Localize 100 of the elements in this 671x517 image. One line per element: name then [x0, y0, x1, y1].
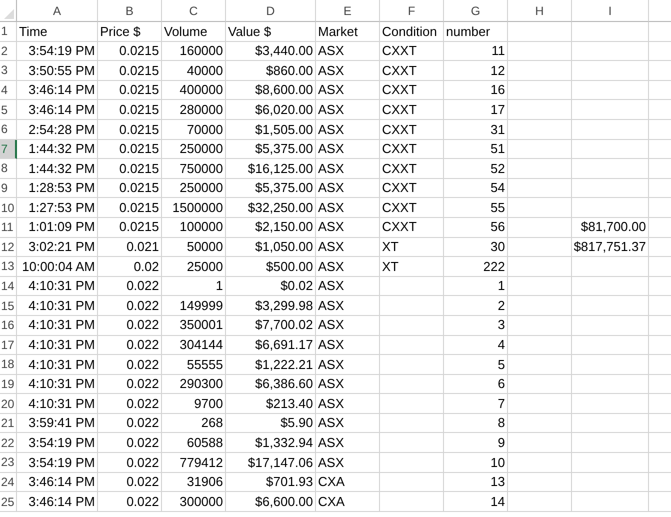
row-header[interactable]: 12	[0, 238, 17, 258]
time-cell: 1:44:32 PM	[17, 140, 98, 160]
volume-cell: 350001	[162, 316, 226, 336]
number-cell: 8	[444, 414, 508, 434]
price-cell: 0.022	[98, 355, 162, 375]
value-cell: $1,332.94	[226, 433, 316, 454]
header-cell: Condition	[380, 22, 444, 42]
column-header[interactable]: F	[380, 0, 444, 22]
time-cell: 3:50:55 PM	[17, 61, 98, 81]
row-header[interactable]: 2	[0, 42, 17, 62]
table-cell	[508, 394, 572, 414]
table-cell	[380, 472, 444, 492]
row-header[interactable]: 15	[0, 296, 17, 316]
market-cell: CXA	[316, 492, 380, 512]
market-cell: ASX	[316, 178, 380, 198]
table-cell	[508, 453, 572, 473]
row-header[interactable]: 23	[0, 453, 17, 473]
header-cell: Price $	[98, 22, 162, 42]
price-cell: 0.022	[98, 492, 162, 512]
row-header[interactable]: 1	[0, 22, 17, 42]
value-cell: $2,150.00	[226, 218, 316, 238]
value-cell: $1,505.00	[226, 120, 316, 140]
column-header[interactable]: D	[226, 0, 316, 22]
condition-cell: CXXT	[380, 120, 444, 140]
row-header[interactable]: 16	[0, 316, 17, 336]
row-header[interactable]: 7	[0, 140, 17, 160]
header-cell: number	[444, 22, 508, 42]
row-header[interactable]: 22	[0, 433, 17, 454]
column-header[interactable]: C	[162, 0, 226, 22]
row-header[interactable]: 6	[0, 120, 17, 140]
time-cell: 4:10:31 PM	[17, 355, 98, 375]
row-header[interactable]: 18	[0, 355, 17, 375]
header-cell: Value $	[226, 22, 316, 42]
table-cell	[380, 296, 444, 316]
row-header[interactable]: 3	[0, 61, 17, 81]
time-cell: 3:54:19 PM	[17, 433, 98, 454]
condition-cell: XT	[380, 257, 444, 277]
market-cell: ASX	[316, 394, 380, 414]
value-cell: $0.02	[226, 276, 316, 296]
row-header[interactable]: 25	[0, 492, 17, 512]
row-header[interactable]: 21	[0, 414, 17, 434]
time-cell: 1:27:53 PM	[17, 198, 98, 218]
time-cell: 1:28:53 PM	[17, 178, 98, 198]
table-cell	[380, 414, 444, 434]
volume-cell: 100000	[162, 218, 226, 238]
number-cell: 52	[444, 159, 508, 179]
volume-cell: 1500000	[162, 198, 226, 218]
table-cell	[380, 276, 444, 296]
table-cell	[508, 42, 572, 62]
row-header[interactable]: 8	[0, 159, 17, 179]
price-cell: 0.022	[98, 414, 162, 434]
row-header[interactable]: 13	[0, 257, 17, 277]
price-cell: 0.022	[98, 472, 162, 492]
value-cell: $3,299.98	[226, 296, 316, 316]
value-cell: $17,147.06	[226, 453, 316, 473]
time-cell: 4:10:31 PM	[17, 394, 98, 414]
price-cell: 0.0215	[98, 159, 162, 179]
column-header[interactable]: G	[444, 0, 508, 22]
time-cell: 3:46:14 PM	[17, 472, 98, 492]
market-cell: ASX	[316, 355, 380, 375]
table-cell	[508, 218, 572, 238]
condition-cell: CXXT	[380, 159, 444, 179]
row-header[interactable]: 17	[0, 336, 17, 356]
value-cell: $8,600.00	[226, 80, 316, 100]
column-header[interactable]: A	[17, 0, 98, 22]
value-cell: $7,700.02	[226, 316, 316, 336]
market-cell: ASX	[316, 374, 380, 394]
table-cell	[380, 374, 444, 394]
price-cell: 0.0215	[98, 100, 162, 120]
column-header[interactable]: I	[572, 0, 649, 22]
row-header[interactable]: 19	[0, 374, 17, 394]
row-header[interactable]: 4	[0, 80, 17, 100]
table-cell	[380, 492, 444, 512]
row-header[interactable]: 9	[0, 178, 17, 198]
row-header[interactable]: 11	[0, 218, 17, 238]
select-all-corner[interactable]	[0, 0, 17, 22]
table-cell	[508, 198, 572, 218]
column-header[interactable]: E	[316, 0, 380, 22]
price-cell: 0.0215	[98, 198, 162, 218]
row-header[interactable]: 20	[0, 394, 17, 414]
number-cell: 11	[444, 42, 508, 62]
time-cell: 3:59:41 PM	[17, 414, 98, 434]
time-cell: 1:01:09 PM	[17, 218, 98, 238]
row-header[interactable]: 10	[0, 198, 17, 218]
volume-cell: 160000	[162, 42, 226, 62]
row-header[interactable]: 5	[0, 100, 17, 120]
market-cell: ASX	[316, 80, 380, 100]
number-cell: 10	[444, 453, 508, 473]
volume-cell: 300000	[162, 492, 226, 512]
column-header[interactable]: H	[508, 0, 572, 22]
volume-cell: 25000	[162, 257, 226, 277]
number-cell: 4	[444, 336, 508, 356]
condition-cell: XT	[380, 238, 444, 258]
number-cell: 31	[444, 120, 508, 140]
volume-cell: 750000	[162, 159, 226, 179]
price-cell: 0.0215	[98, 218, 162, 238]
row-header[interactable]: 24	[0, 472, 17, 492]
row-header[interactable]: 14	[0, 276, 17, 296]
column-header[interactable]: B	[98, 0, 162, 22]
market-cell: ASX	[316, 257, 380, 277]
